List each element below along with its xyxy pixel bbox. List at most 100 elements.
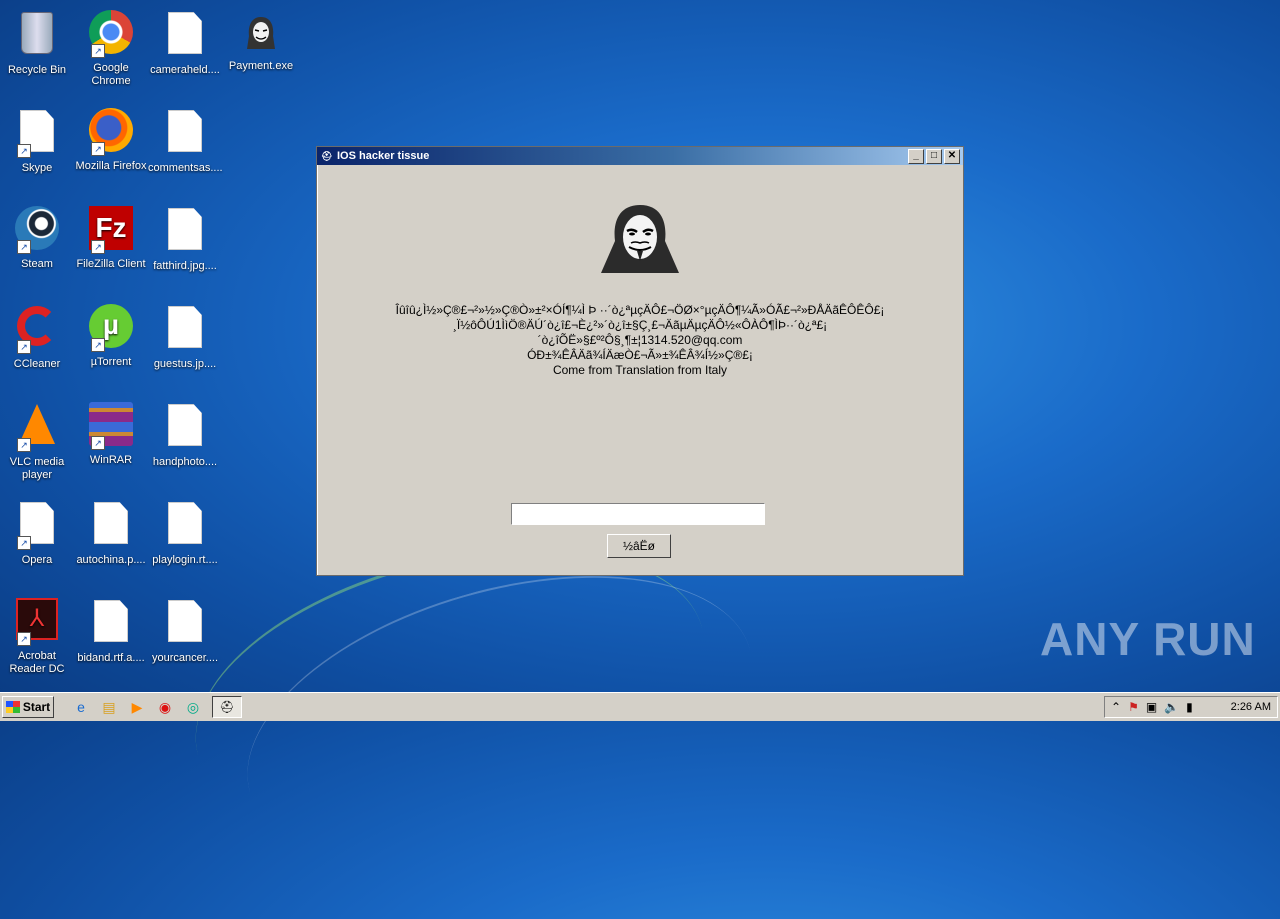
desktop-icon-skype[interactable]: ↗ Skype xyxy=(0,106,74,175)
desktop-icon-label: VLC media player xyxy=(9,456,65,481)
anonymous-mask-icon xyxy=(601,205,679,273)
explorer-icon[interactable]: ▤ xyxy=(98,696,120,718)
close-button[interactable]: ✕ xyxy=(944,149,960,164)
document-icon xyxy=(161,208,209,256)
desktop-icon-acrobat[interactable]: ⅄ ↗ Acrobat Reader DC xyxy=(0,596,74,676)
minimize-button[interactable]: _ xyxy=(908,149,924,164)
desktop-icon-vlc[interactable]: ↗ VLC media player xyxy=(0,400,74,482)
desktop-icon-cameraheld[interactable]: cameraheld.... xyxy=(148,8,222,77)
ios-hacker-window[interactable]: ⛑ IOS hacker tissue _ □ ✕ Îûîû¿Ì½»Ç®£¬²»… xyxy=(316,146,964,576)
start-label: Start xyxy=(22,700,51,714)
desktop-icon-handphoto[interactable]: handphoto.... xyxy=(148,400,222,469)
desktop-icon-recycle-bin[interactable]: Recycle Bin xyxy=(0,8,74,77)
desktop-icon-guestus[interactable]: guestus.jp.... xyxy=(148,302,222,371)
message-line: Come from Translation from Italy xyxy=(552,363,728,377)
window-title: IOS hacker tissue xyxy=(337,150,430,162)
desktop-icon-label: playlogin.rt.... xyxy=(152,554,218,566)
acrobat-icon: ⅄ ↗ xyxy=(13,598,61,646)
anonymous-mask-icon: ⛑ xyxy=(219,700,235,714)
vlc-icon: ↗ xyxy=(13,404,61,452)
document-icon: ↗ xyxy=(13,110,61,158)
desktop-icon-label: Acrobat Reader DC xyxy=(9,650,65,675)
ransom-message: Îûîû¿Ì½»Ç®£¬²»½»Ç®Ò»±²×ÓÍ¶¼Ì Þ ··´ò¿ªµçÄ… xyxy=(317,303,963,378)
firefox-icon: ↗ xyxy=(87,108,135,156)
maximize-button[interactable]: □ xyxy=(926,149,942,164)
document-icon xyxy=(87,502,135,550)
desktop-icon-utorrent[interactable]: µ ↗ µTorrent xyxy=(74,302,148,369)
desktop-icon-label: handphoto.... xyxy=(152,456,218,468)
desktop-icon-winrar[interactable]: ↗ WinRAR xyxy=(74,400,148,467)
desktop-icon-opera[interactable]: ↗ Opera xyxy=(0,498,74,567)
desktop-icon-label: Skype xyxy=(21,162,53,174)
document-icon xyxy=(87,600,135,648)
power-icon[interactable]: ▮ xyxy=(1186,700,1193,714)
desktop-icon-label: CCleaner xyxy=(13,358,61,370)
desktop-icon-label: yourcancer.... xyxy=(151,652,219,664)
desktop-icon-payment-exe[interactable]: Payment.exe xyxy=(224,8,298,73)
desktop-icon-label: fatthird.jpg.... xyxy=(153,260,217,272)
document-icon xyxy=(161,404,209,452)
chrome-icon[interactable]: ◎ xyxy=(182,696,204,718)
desktop-icon-firefox[interactable]: ↗ Mozilla Firefox xyxy=(74,106,148,173)
document-icon xyxy=(161,110,209,158)
action-center-icon[interactable]: ⚑ xyxy=(1128,700,1139,714)
steam-icon: ↗ xyxy=(13,206,61,254)
desktop-icon-label: µTorrent xyxy=(90,356,132,368)
document-icon xyxy=(161,306,209,354)
winrar-icon: ↗ xyxy=(87,402,135,450)
desktop-icon-steam[interactable]: ↗ Steam xyxy=(0,204,74,271)
message-line: Îûîû¿Ì½»Ç®£¬²»½»Ç®Ò»±²×ÓÍ¶¼Ì Þ ··´ò¿ªµçÄ… xyxy=(395,303,885,317)
desktop-icon-fatthird[interactable]: fatthird.jpg.... xyxy=(148,204,222,273)
document-icon xyxy=(161,600,209,648)
desktop-icon-commentsas[interactable]: commentsas.... xyxy=(148,106,223,175)
desktop-icon-chrome[interactable]: ↗ Google Chrome xyxy=(74,8,148,88)
anonymous-mask-icon xyxy=(237,8,285,56)
volume-icon[interactable]: 🔈 xyxy=(1164,700,1179,714)
start-button[interactable]: Start xyxy=(2,696,54,718)
system-tray: ⌃ ⚑ ▣ 🔈 ▮ 2:26 AM xyxy=(1104,696,1278,718)
opera-icon[interactable]: ◉ xyxy=(154,696,176,718)
taskbar: Start e ▤ ▶ ◉ ◎ ⛑ ⌃ ⚑ ▣ 🔈 ▮ 2:26 AM xyxy=(0,692,1280,721)
show-hidden-icons-icon[interactable]: ⌃ xyxy=(1111,700,1121,714)
utorrent-icon: µ ↗ xyxy=(87,304,135,352)
desktop-icon-playlogin[interactable]: playlogin.rt.... xyxy=(148,498,222,567)
media-player-icon[interactable]: ▶ xyxy=(126,696,148,718)
desktop-icon-label: Google Chrome xyxy=(91,62,131,87)
unlock-code-input[interactable] xyxy=(511,503,765,525)
desktop-icon-ccleaner[interactable]: ↗ CCleaner xyxy=(0,302,74,371)
desktop-icon-label: autochina.p.... xyxy=(76,554,146,566)
document-icon xyxy=(161,12,209,60)
message-line: ¸Ï½ôÔÚ1ÌìÖ®ÄÚ´ò¿î£¬È¿²»´ò¿î±§Ç¸£¬ÄãµÄµçÄ… xyxy=(452,318,828,332)
desktop-icon-autochina[interactable]: autochina.p.... xyxy=(74,498,148,567)
unlock-button[interactable]: ½âËø xyxy=(607,534,671,558)
desktop-icon-label: Payment.exe xyxy=(228,60,294,72)
desktop-icon-label: WinRAR xyxy=(89,454,133,466)
anyrun-watermark: ANY RUN xyxy=(1040,613,1256,665)
desktop-icon-label: Opera xyxy=(21,554,53,566)
taskbar-item-ios-hacker[interactable]: ⛑ xyxy=(212,696,242,718)
window-titlebar[interactable]: ⛑ IOS hacker tissue _ □ ✕ xyxy=(317,147,963,165)
network-icon[interactable]: ▣ xyxy=(1146,700,1157,714)
desktop-icon-label: FileZilla Client xyxy=(76,258,146,270)
desktop-icon-label: Steam xyxy=(21,258,53,270)
clock[interactable]: 2:26 AM xyxy=(1231,701,1271,713)
desktop-icon-label: Mozilla Firefox xyxy=(75,160,147,172)
chrome-icon: ↗ xyxy=(87,10,135,58)
message-line: ÓÐ±¾ÊÂÄã¾ÍÄæÒ­£¬Ã»±¾ÊÂ¾Í½»Ç®£¡ xyxy=(527,348,753,362)
desktop-icon-filezilla[interactable]: Fz ↗ FileZilla Client xyxy=(74,204,148,271)
document-icon xyxy=(161,502,209,550)
windows-flag-icon xyxy=(5,701,20,713)
desktop-icon-label: bidand.rtf.a.... xyxy=(77,652,145,664)
desktop-icon-label: commentsas.... xyxy=(148,162,223,174)
desktop-icon-bidand[interactable]: bidand.rtf.a.... xyxy=(74,596,148,665)
desktop-icon-yourcancer[interactable]: yourcancer.... xyxy=(148,596,222,665)
ie-icon[interactable]: e xyxy=(70,696,92,718)
desktop-icon-label: guestus.jp.... xyxy=(153,358,217,370)
desktop-icon-label: Recycle Bin xyxy=(7,64,67,76)
window-app-icon: ⛑ xyxy=(321,151,333,161)
message-line: ´ò¿îÕË»§£º²Ô§¸¶±¦1314.520@qq.com xyxy=(537,333,743,347)
recycle-bin-icon xyxy=(13,12,61,60)
document-icon: ↗ xyxy=(13,502,61,550)
desktop-icon-label: cameraheld.... xyxy=(150,64,220,76)
filezilla-icon: Fz ↗ xyxy=(87,206,135,254)
